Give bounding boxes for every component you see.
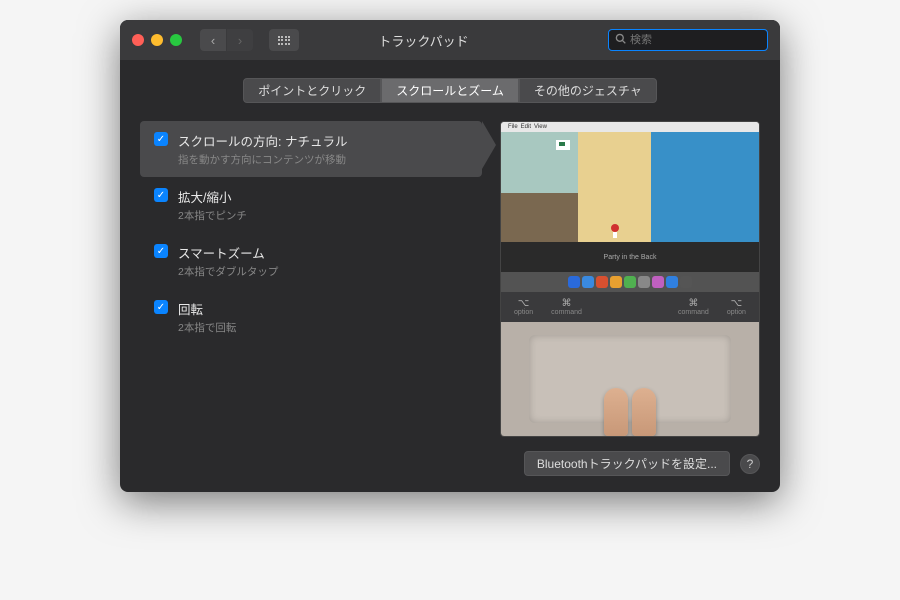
option-zoom[interactable]: ✓ 拡大/縮小 2本指でピンチ bbox=[140, 177, 482, 233]
option-scroll-direction[interactable]: ✓ スクロールの方向: ナチュラル 指を動かす方向にコンテンツが移動 bbox=[140, 121, 482, 177]
option-title: スクロールの方向: ナチュラル bbox=[178, 131, 347, 150]
option-subtitle: 2本指で回転 bbox=[178, 320, 236, 335]
tab-scroll-zoom[interactable]: スクロールとズーム bbox=[381, 78, 519, 103]
footer: Bluetoothトラックパッドを設定... ? bbox=[140, 451, 760, 476]
chevron-right-icon: › bbox=[238, 33, 242, 48]
close-window-button[interactable] bbox=[132, 34, 144, 46]
checkbox-rotate[interactable]: ✓ bbox=[154, 300, 168, 314]
options-list: ✓ スクロールの方向: ナチュラル 指を動かす方向にコンテンツが移動 ✓ 拡大/… bbox=[140, 121, 482, 437]
tab-point-click[interactable]: ポイントとクリック bbox=[243, 78, 381, 103]
preview-caption: Party in the Back bbox=[501, 242, 759, 272]
help-button[interactable]: ? bbox=[740, 454, 760, 474]
chevron-left-icon: ‹ bbox=[211, 33, 215, 48]
preview-keyboard: ⌥option ⌘command ⌘command ⌥option bbox=[501, 292, 759, 322]
content-area: ポイントとクリック スクロールとズーム その他のジェスチャ ✓ スクロールの方向… bbox=[120, 60, 780, 492]
checkbox-smart-zoom[interactable]: ✓ bbox=[154, 244, 168, 258]
nav-buttons: ‹ › bbox=[200, 29, 253, 51]
option-title: スマートズーム bbox=[178, 243, 278, 262]
finger-icon bbox=[604, 388, 628, 436]
finger-icon bbox=[632, 388, 656, 436]
option-text: 回転 2本指で回転 bbox=[178, 299, 236, 335]
preview-screen: FileEditView Party in the Back bbox=[501, 122, 759, 292]
traffic-lights bbox=[132, 34, 182, 46]
option-subtitle: 2本指でピンチ bbox=[178, 208, 247, 223]
search-input[interactable] bbox=[630, 34, 772, 46]
option-smart-zoom[interactable]: ✓ スマートズーム 2本指でダブルタップ bbox=[140, 233, 482, 289]
main-area: ✓ スクロールの方向: ナチュラル 指を動かす方向にコンテンツが移動 ✓ 拡大/… bbox=[140, 121, 760, 437]
preview-fingers bbox=[604, 388, 656, 436]
preview-menubar: FileEditView bbox=[501, 122, 759, 132]
minimize-window-button[interactable] bbox=[151, 34, 163, 46]
back-button[interactable]: ‹ bbox=[200, 29, 226, 51]
checkbox-zoom[interactable]: ✓ bbox=[154, 188, 168, 202]
option-rotate[interactable]: ✓ 回転 2本指で回転 bbox=[140, 289, 482, 345]
option-subtitle: 2本指でダブルタップ bbox=[178, 264, 278, 279]
preview-trackpad bbox=[501, 322, 759, 436]
option-text: スマートズーム 2本指でダブルタップ bbox=[178, 243, 278, 279]
preview-browser-content bbox=[501, 132, 759, 242]
search-icon bbox=[615, 33, 626, 47]
option-title: 拡大/縮小 bbox=[178, 187, 247, 206]
preview-dock bbox=[501, 272, 759, 292]
option-title: 回転 bbox=[178, 299, 236, 318]
search-box[interactable] bbox=[608, 29, 768, 51]
option-subtitle: 指を動かす方向にコンテンツが移動 bbox=[178, 152, 347, 167]
checkbox-scroll-direction[interactable]: ✓ bbox=[154, 132, 168, 146]
titlebar: ‹ › トラックパッド bbox=[120, 20, 780, 60]
option-text: スクロールの方向: ナチュラル 指を動かす方向にコンテンツが移動 bbox=[178, 131, 347, 167]
gesture-preview: FileEditView Party in the Back bbox=[500, 121, 760, 437]
zoom-window-button[interactable] bbox=[170, 34, 182, 46]
tab-more-gestures[interactable]: その他のジェスチャ bbox=[519, 78, 657, 103]
option-text: 拡大/縮小 2本指でピンチ bbox=[178, 187, 247, 223]
tab-bar: ポイントとクリック スクロールとズーム その他のジェスチャ bbox=[140, 78, 760, 103]
preferences-window: ‹ › トラックパッド ポイントとクリック スクロールとズーム その他のジェスチ… bbox=[120, 20, 780, 492]
bluetooth-setup-button[interactable]: Bluetoothトラックパッドを設定... bbox=[524, 451, 730, 476]
window-title: トラックパッド bbox=[247, 31, 600, 50]
